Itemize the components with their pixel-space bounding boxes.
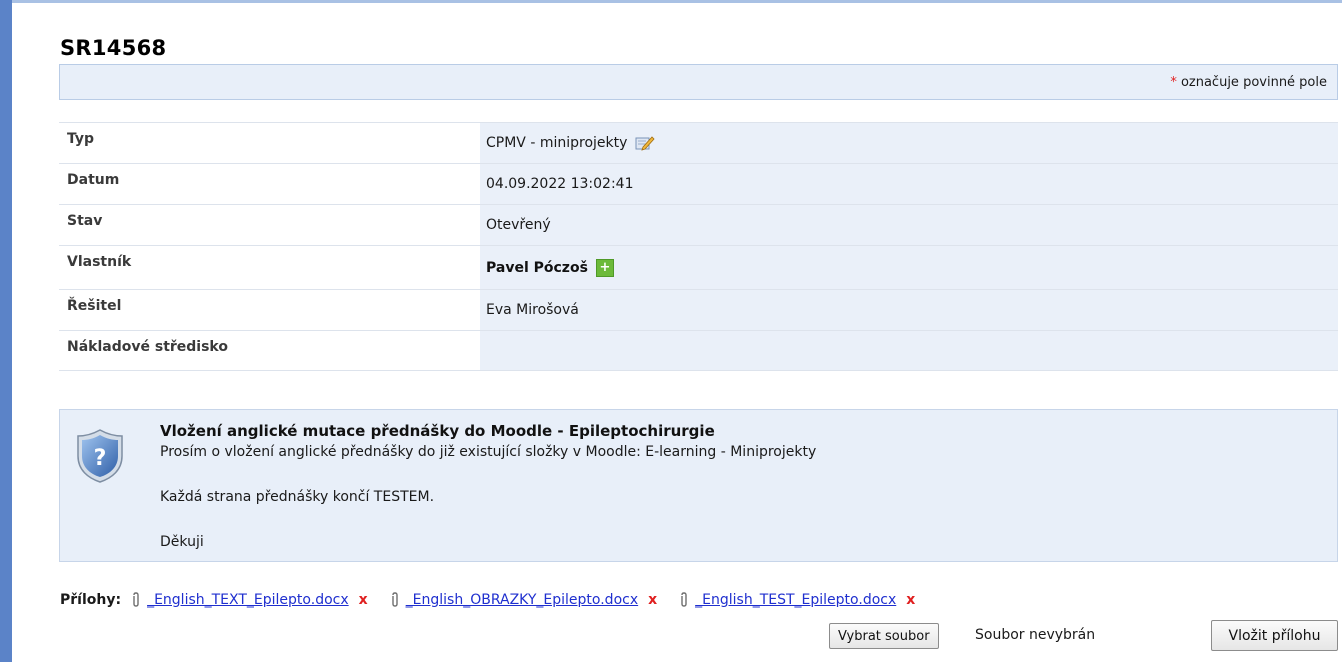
field-row-type: Typ CPMV - miniprojekty — [59, 122, 1338, 163]
field-value-owner: Pavel Póczoš + — [480, 246, 1338, 289]
required-info-bar: * označuje povinné pole — [59, 64, 1338, 100]
paperclip-icon — [679, 592, 689, 608]
field-row-status: Stav Otevřený — [59, 204, 1338, 245]
field-label: Vlastník — [59, 246, 480, 289]
required-star: * — [1170, 75, 1177, 90]
request-description-panel: ? Vložení anglické mutace přednášky do M… — [59, 409, 1338, 562]
attachments-row: Přílohy: _English_TEXT_Epilepto.docx x _… — [60, 589, 937, 611]
delete-attachment-button[interactable]: x — [359, 592, 368, 608]
field-row-owner: Vlastník Pavel Póczoš + — [59, 245, 1338, 289]
owner-name: Pavel Póczoš — [486, 259, 588, 276]
field-row-cost-center: Nákladové středisko — [59, 330, 1338, 371]
field-label: Typ — [59, 123, 480, 163]
ticket-title: SR14568 — [60, 36, 167, 60]
paperclip-icon — [390, 592, 400, 608]
attachment-link[interactable]: _English_TEXT_Epilepto.docx — [147, 592, 349, 608]
field-row-date: Datum 04.09.2022 13:02:41 — [59, 163, 1338, 204]
delete-attachment-button[interactable]: x — [906, 592, 915, 608]
ticket-fields: Typ CPMV - miniprojekty Datum 04.09.2022… — [59, 122, 1338, 371]
left-accent-bar — [0, 0, 12, 662]
field-label: Řešitel — [59, 290, 480, 330]
field-value-cost-center — [480, 331, 1338, 370]
required-note: * označuje povinné pole — [1170, 75, 1327, 90]
attachment-link[interactable]: _English_OBRAZKY_Epilepto.docx — [406, 592, 638, 608]
delete-attachment-button[interactable]: x — [648, 592, 657, 608]
attachments-label: Přílohy: — [60, 592, 122, 608]
top-border — [12, 0, 1342, 3]
attachment-link[interactable]: _English_TEST_Epilepto.docx — [695, 592, 896, 608]
no-file-text: Soubor nevybrán — [975, 627, 1096, 643]
required-note-text: označuje povinné pole — [1180, 75, 1327, 90]
type-value: CPMV - miniprojekty — [486, 135, 628, 151]
field-row-solver: Řešitel Eva Mirošová — [59, 289, 1338, 330]
field-value-date: 04.09.2022 13:02:41 — [480, 164, 1338, 204]
field-label: Stav — [59, 205, 480, 245]
description-title: Vložení anglické mutace přednášky do Moo… — [160, 422, 715, 440]
field-value-status: Otevřený — [480, 205, 1338, 245]
edit-icon[interactable] — [635, 135, 655, 151]
paperclip-icon — [131, 592, 141, 608]
field-value-type: CPMV - miniprojekty — [480, 123, 1338, 163]
description-line: Každá strana přednášky končí TESTEM. — [160, 489, 435, 505]
field-value-solver: Eva Mirošová — [480, 290, 1338, 330]
description-line: Děkuji — [160, 534, 204, 550]
choose-file-button[interactable]: Vybrat soubor — [829, 623, 939, 649]
shield-question-icon: ? — [75, 428, 125, 484]
svg-text:?: ? — [94, 446, 107, 471]
field-label: Datum — [59, 164, 480, 204]
add-icon[interactable]: + — [595, 258, 614, 277]
insert-attachment-button[interactable]: Vložit přílohu — [1211, 620, 1338, 651]
description-line: Prosím o vložení anglické přednášky do j… — [160, 444, 817, 460]
field-label: Nákladové středisko — [59, 331, 480, 370]
